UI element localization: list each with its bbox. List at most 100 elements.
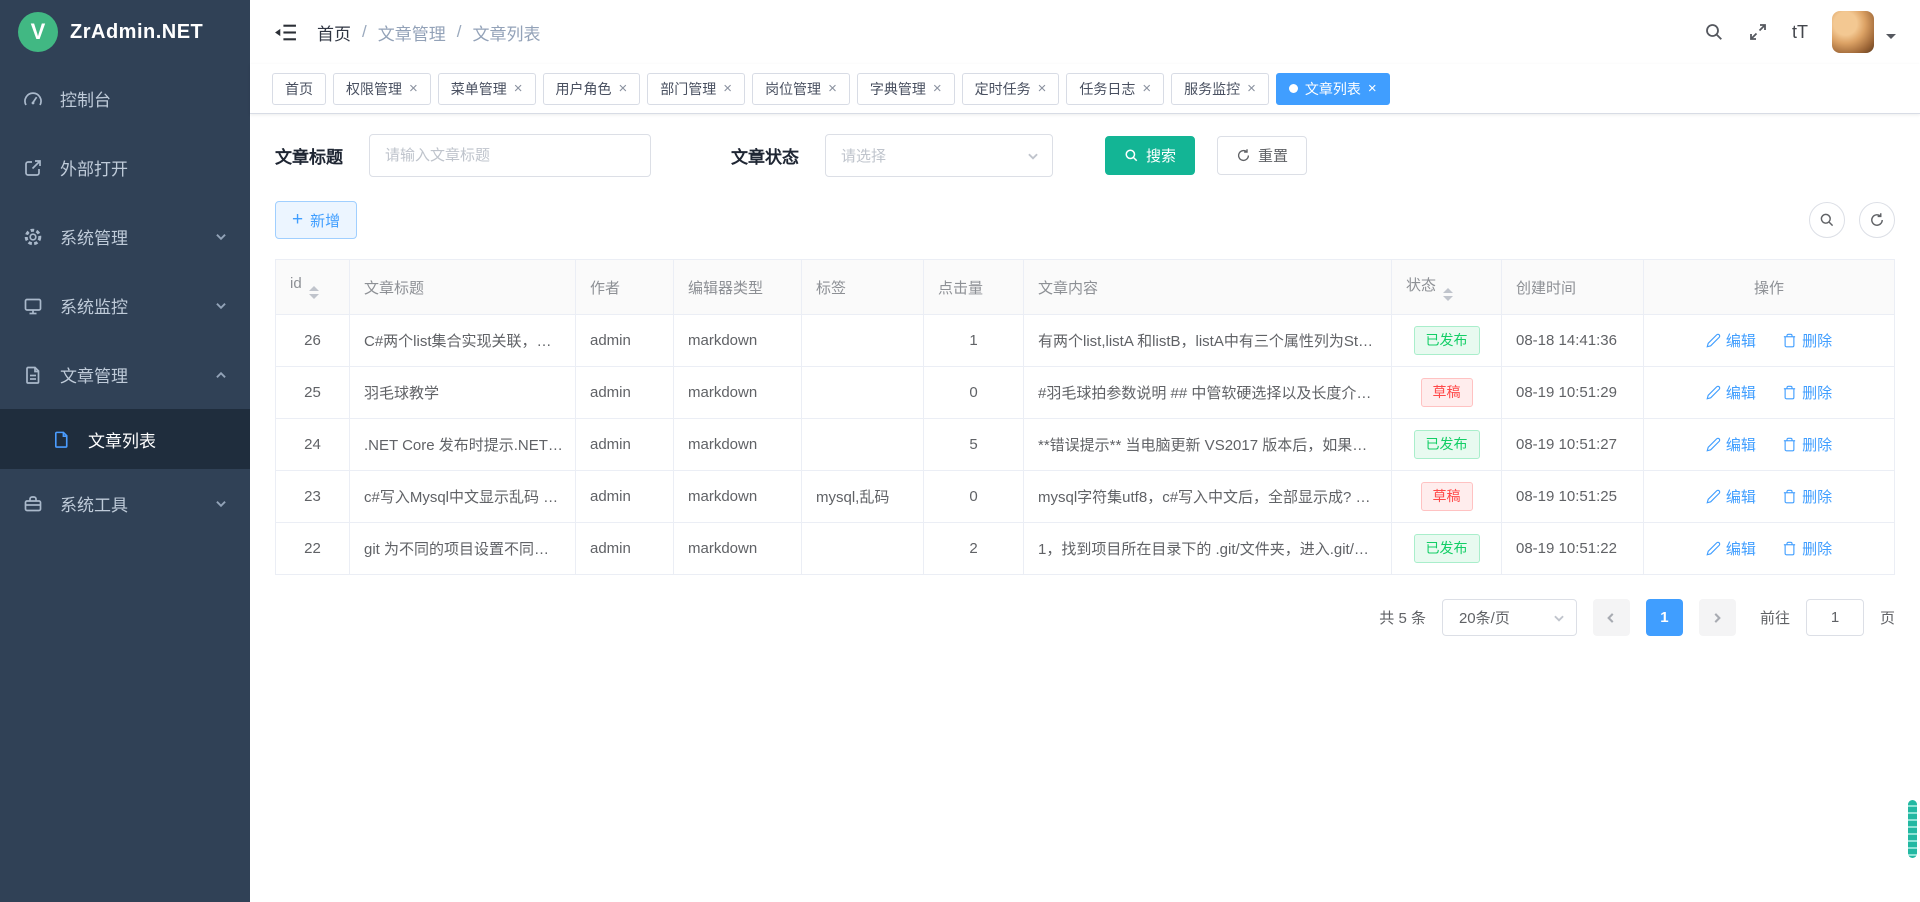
- column-header-editor-type: 编辑器类型: [674, 260, 802, 315]
- page-size-select[interactable]: 20条/页: [1442, 599, 1577, 636]
- tab-department[interactable]: 部门管理 ×: [647, 73, 745, 105]
- delete-link[interactable]: 删除: [1782, 538, 1832, 559]
- file-icon: [50, 428, 72, 450]
- page-number-button[interactable]: 1: [1646, 599, 1683, 636]
- jump-page-input[interactable]: [1806, 599, 1864, 636]
- delete-link[interactable]: 删除: [1782, 486, 1832, 507]
- chevron-down-icon: [214, 299, 228, 313]
- tab-post[interactable]: 岗位管理 ×: [752, 73, 850, 105]
- reset-button[interactable]: 重置: [1217, 136, 1307, 175]
- column-label: 文章内容: [1038, 280, 1098, 297]
- sidebar-item-dashboard[interactable]: 控制台: [0, 64, 250, 133]
- column-label: 标签: [816, 280, 846, 297]
- cell-status: 草稿: [1392, 471, 1502, 523]
- tab-scheduled-task[interactable]: 定时任务 ×: [962, 73, 1060, 105]
- gear-icon: [22, 226, 44, 248]
- close-icon[interactable]: ×: [1038, 81, 1047, 96]
- delete-label: 删除: [1802, 538, 1832, 559]
- close-icon[interactable]: ×: [514, 81, 523, 96]
- article-title-input[interactable]: [369, 134, 651, 177]
- tab-dictionary[interactable]: 字典管理 ×: [857, 73, 955, 105]
- delete-label: 删除: [1802, 486, 1832, 507]
- search-button[interactable]: 搜索: [1105, 136, 1195, 175]
- cell-content: 有两个list,listA 和listB，listA中有三个属性列为St…: [1024, 315, 1392, 367]
- sort-icon[interactable]: [1443, 288, 1453, 301]
- table-toolbar: + 新增: [250, 177, 1920, 239]
- scrollbar-thumb[interactable]: [1908, 800, 1917, 858]
- sidebar-menu: 控制台 外部打开 系统管理 系: [0, 64, 250, 902]
- filter-bar: 文章标题 文章状态 请选择 搜索 重置: [250, 114, 1920, 177]
- close-icon[interactable]: ×: [409, 81, 418, 96]
- status-badge: 已发布: [1414, 430, 1480, 458]
- logo-icon: V: [18, 12, 58, 52]
- close-icon[interactable]: ×: [933, 81, 942, 96]
- edit-link[interactable]: 编辑: [1706, 538, 1756, 559]
- sidebar-item-article-list[interactable]: 文章列表: [0, 409, 250, 469]
- tab-menu[interactable]: 菜单管理 ×: [438, 73, 536, 105]
- tab-permission[interactable]: 权限管理 ×: [333, 73, 431, 105]
- search-button-label: 搜索: [1146, 145, 1176, 166]
- tab-article-list[interactable]: 文章列表 ×: [1276, 73, 1390, 105]
- cell-actions: 编辑 删除: [1644, 471, 1895, 523]
- prev-page-button[interactable]: [1593, 599, 1630, 636]
- breadcrumb-home[interactable]: 首页: [317, 20, 351, 45]
- fullscreen-icon[interactable]: [1748, 22, 1768, 42]
- cell-created: 08-19 10:51:22: [1502, 523, 1644, 575]
- edit-label: 编辑: [1726, 538, 1756, 559]
- chevron-up-icon: [214, 368, 228, 382]
- cell-tags: [802, 419, 924, 471]
- close-icon[interactable]: ×: [1142, 81, 1151, 96]
- edit-link[interactable]: 编辑: [1706, 486, 1756, 507]
- tab-label: 岗位管理: [765, 79, 821, 99]
- sidebar-item-system-monitor[interactable]: 系统监控: [0, 271, 250, 340]
- cell-actions: 编辑 删除: [1644, 419, 1895, 471]
- cell-actions: 编辑 删除: [1644, 367, 1895, 419]
- delete-link[interactable]: 删除: [1782, 434, 1832, 455]
- column-header-id[interactable]: id: [276, 260, 350, 315]
- tab-home[interactable]: 首页: [272, 73, 326, 105]
- font-size-icon[interactable]: tT: [1792, 22, 1808, 43]
- table-row: 22 git 为不同的项目设置不同… admin markdown 2 1，找到…: [276, 523, 1895, 575]
- sidebar-item-article-management[interactable]: 文章管理: [0, 340, 250, 409]
- avatar[interactable]: [1832, 11, 1874, 53]
- delete-link[interactable]: 删除: [1782, 330, 1832, 351]
- document-icon: [22, 364, 44, 386]
- cell-id: 26: [276, 315, 350, 367]
- tab-server-monitor[interactable]: 服务监控 ×: [1171, 73, 1269, 105]
- edit-label: 编辑: [1726, 434, 1756, 455]
- chevron-down-icon: [214, 230, 228, 244]
- tab-task-log[interactable]: 任务日志 ×: [1066, 73, 1164, 105]
- sidebar-item-external-open[interactable]: 外部打开: [0, 133, 250, 202]
- cell-title: c#写入Mysql中文显示乱码 …: [350, 471, 576, 523]
- sidebar-item-system-management[interactable]: 系统管理: [0, 202, 250, 271]
- logo-letter: V: [31, 19, 46, 45]
- caret-down-icon[interactable]: [1886, 34, 1896, 44]
- column-header-status[interactable]: 状态: [1392, 260, 1502, 315]
- toggle-search-button[interactable]: [1809, 202, 1845, 238]
- delete-link[interactable]: 删除: [1782, 382, 1832, 403]
- refresh-button[interactable]: [1859, 202, 1895, 238]
- search-icon[interactable]: [1704, 22, 1724, 42]
- tab-user-role[interactable]: 用户角色 ×: [543, 73, 641, 105]
- cell-actions: 编辑 删除: [1644, 315, 1895, 367]
- add-button[interactable]: + 新增: [275, 201, 357, 239]
- sort-icon[interactable]: [309, 286, 319, 299]
- edit-link[interactable]: 编辑: [1706, 434, 1756, 455]
- close-icon[interactable]: ×: [1368, 81, 1377, 96]
- sidebar-collapse-icon[interactable]: [274, 21, 297, 44]
- close-icon[interactable]: ×: [723, 81, 732, 96]
- tab-label: 菜单管理: [451, 79, 507, 99]
- close-icon[interactable]: ×: [1247, 81, 1256, 96]
- close-icon[interactable]: ×: [619, 81, 628, 96]
- column-header-clicks: 点击量: [924, 260, 1024, 315]
- app-title: ZrAdmin.NET: [70, 21, 203, 44]
- sidebar-item-system-tools[interactable]: 系统工具: [0, 469, 250, 538]
- edit-link[interactable]: 编辑: [1706, 330, 1756, 351]
- next-page-button[interactable]: [1699, 599, 1736, 636]
- sidebar: V ZrAdmin.NET 控制台 外部打开 系统管理: [0, 0, 250, 902]
- cell-tags: [802, 367, 924, 419]
- article-status-select[interactable]: 请选择: [825, 134, 1053, 177]
- edit-link[interactable]: 编辑: [1706, 382, 1756, 403]
- add-button-label: 新增: [310, 210, 340, 231]
- close-icon[interactable]: ×: [828, 81, 837, 96]
